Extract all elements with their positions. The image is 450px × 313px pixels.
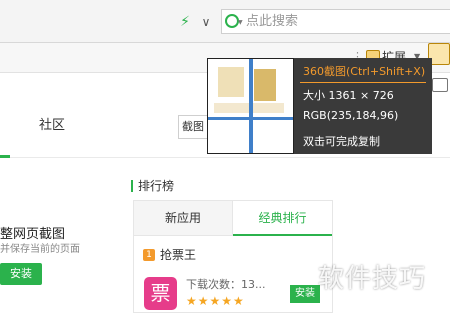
app-description: 并保存当前的页面: [0, 244, 80, 255]
ranking-title: 排行榜: [138, 179, 175, 193]
search-input[interactable]: [246, 12, 436, 31]
crosshair-vertical: [249, 59, 253, 153]
search-box[interactable]: ▼: [221, 9, 450, 34]
rank-badge: 1: [143, 249, 155, 261]
tab-new-apps[interactable]: 新应用: [134, 201, 233, 236]
search-engine-logo-icon[interactable]: [225, 14, 239, 28]
search-engine-caret-icon[interactable]: ▼: [238, 20, 244, 26]
app-title: 整网页截图: [0, 227, 66, 242]
lightning-icon[interactable]: ⚡: [178, 13, 192, 31]
app-name[interactable]: 抢票王: [160, 246, 250, 264]
ranking-panel: 新应用 经典排行 1 抢票王 票 下载次数：13... ★★★★★ 安装: [133, 200, 333, 313]
rating-stars-icon: ★★★★★: [186, 294, 245, 308]
ticket-app-icon[interactable]: 票: [144, 277, 177, 310]
window-icon[interactable]: [432, 78, 448, 92]
magnifier-title: 360截图(Ctrl+Shift+X): [303, 65, 426, 78]
magnifier-separator: [300, 82, 426, 83]
chevron-down-icon[interactable]: ∨: [199, 13, 213, 31]
install-button[interactable]: 安装: [0, 263, 42, 285]
magnifier-preview: [207, 58, 294, 154]
browser-toolbar: ⚡ ∨ ▼: [0, 0, 450, 43]
section-marker: [131, 180, 133, 192]
magnifier-info-panel: 360截图(Ctrl+Shift+X) 大小 1361 × 726 RGB(23…: [294, 58, 432, 154]
selection-size: 大小 1361 × 726: [303, 89, 394, 102]
nav-divider: [0, 157, 450, 158]
tab-community[interactable]: 社区: [32, 115, 72, 137]
watermark: 软件技巧: [318, 264, 427, 294]
screenshot-button[interactable]: 截图: [178, 115, 208, 139]
download-count: 下载次数：13...: [186, 278, 266, 291]
pixel-rgb: RGB(235,184,96): [303, 109, 399, 122]
install-button[interactable]: 安装: [290, 285, 320, 303]
crosshair-horizontal: [208, 117, 293, 120]
copy-hint: 双击可完成复制: [303, 135, 380, 148]
active-tab-indicator: [0, 155, 10, 158]
tab-classic-ranking[interactable]: 经典排行: [233, 201, 332, 236]
